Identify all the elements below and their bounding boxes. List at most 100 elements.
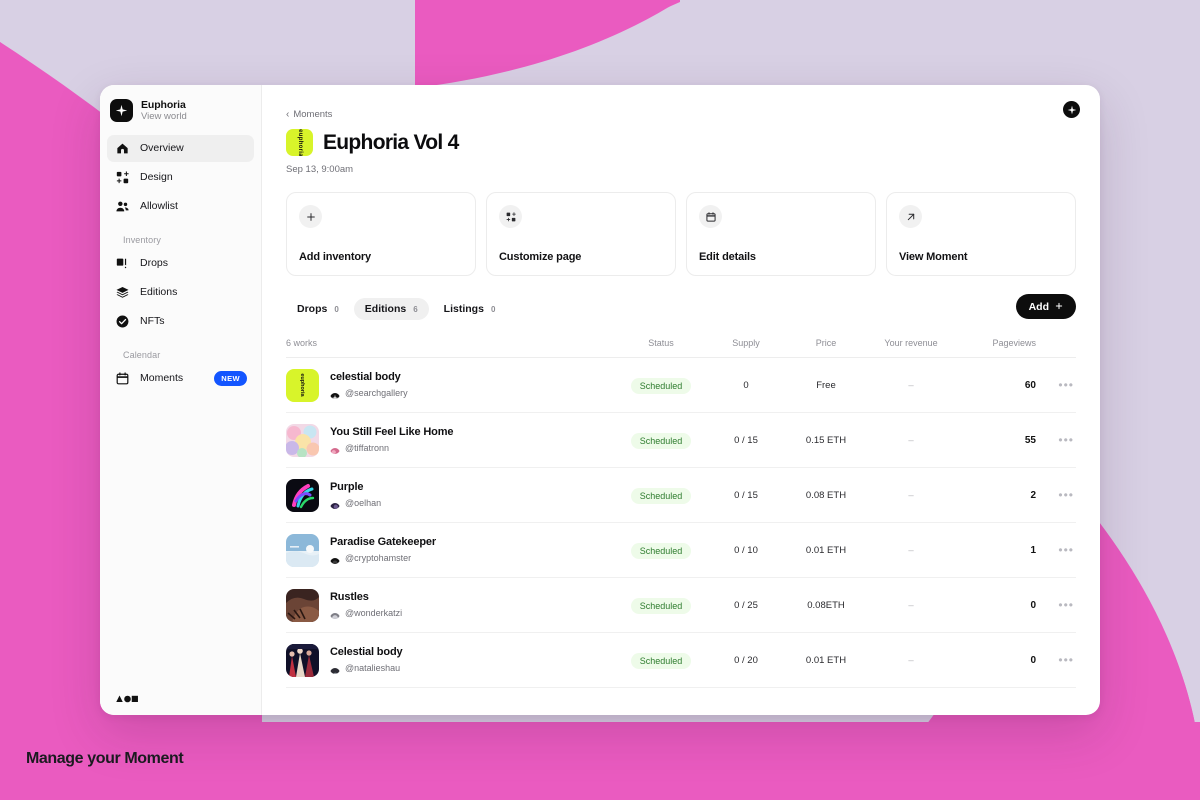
cell-supply: 0 / 20 <box>706 655 786 666</box>
chevron-left-icon: ‹ <box>286 110 289 120</box>
avatar <box>330 389 340 399</box>
action-card-add-inventory[interactable]: Add inventory <box>286 192 476 276</box>
table-row[interactable]: Paradise Gatekeeper @cryptohamster Sched… <box>286 523 1076 578</box>
tab-count: 0 <box>491 305 495 314</box>
sidebar-item-overview[interactable]: Overview <box>107 135 254 162</box>
avatar <box>330 554 340 564</box>
cell-pageviews: 0 <box>956 655 1036 666</box>
avatar <box>330 499 340 509</box>
works-table: 6 works Status Supply Price Your revenue… <box>286 338 1076 688</box>
brand-block[interactable]: Euphoria View world <box>100 95 261 135</box>
work-thumbnail: euphoria <box>286 369 319 402</box>
cell-supply: 0 / 10 <box>706 545 786 556</box>
moment-date: Sep 13, 9:00am <box>286 164 1076 175</box>
calendar-icon <box>699 205 722 228</box>
avatar <box>330 444 340 454</box>
cell-price: 0.08 ETH <box>786 490 866 501</box>
tab-label: Drops <box>297 303 327 315</box>
sidebar-item-allowlist[interactable]: Allowlist <box>107 193 254 220</box>
tab-drops[interactable]: Drops 0 <box>286 298 350 320</box>
column-header-supply: Supply <box>706 338 786 348</box>
sidebar-item-moments[interactable]: Moments NEW <box>107 365 254 392</box>
work-title: celestial body <box>330 371 408 385</box>
four-point-star-icon <box>1067 105 1077 115</box>
work-handle: @tiffatronn <box>345 443 389 454</box>
column-header-pageviews: Pageviews <box>956 338 1036 348</box>
sidebar: Euphoria View world Overview <box>100 85 262 715</box>
cell-supply: 0 / 15 <box>706 435 786 446</box>
sidebar-item-label: Editions <box>140 286 177 298</box>
arrow-up-right-icon <box>899 205 922 228</box>
work-handle: @searchgallery <box>345 388 408 399</box>
column-header-revenue: Your revenue <box>866 338 956 348</box>
work-handle: @natalieshau <box>345 663 400 674</box>
work-handle: @wonderkatzi <box>345 608 402 619</box>
table-header-row: 6 works Status Supply Price Your revenue… <box>286 338 1076 358</box>
sidebar-item-drops[interactable]: Drops <box>107 250 254 277</box>
grid-design-icon <box>499 205 522 228</box>
avatar <box>330 609 340 619</box>
cell-pageviews: 0 <box>956 600 1036 611</box>
people-icon <box>116 200 129 213</box>
cell-revenue: – <box>866 490 956 501</box>
work-title: You Still Feel Like Home <box>330 426 453 440</box>
add-button[interactable]: Add <box>1016 294 1076 319</box>
status-badge: Scheduled <box>631 543 692 559</box>
breadcrumb[interactable]: ‹ Moments <box>286 109 1076 120</box>
table-row[interactable]: Rustles @wonderkatzi Scheduled 0 / 25 0.… <box>286 578 1076 633</box>
row-menu-button[interactable]: ••• <box>1058 598 1076 612</box>
sidebar-group-inventory: Inventory <box>107 222 254 250</box>
action-card-customize-page[interactable]: Customize page <box>486 192 676 276</box>
cell-revenue: – <box>866 655 956 666</box>
work-handle: @oelhan <box>345 498 381 509</box>
work-thumbnail <box>286 644 319 677</box>
drops-icon <box>116 257 129 270</box>
column-header-status: Status <box>616 338 706 348</box>
brand-logo <box>110 99 133 122</box>
status-badge-new: NEW <box>214 371 247 386</box>
add-button-label: Add <box>1029 301 1049 313</box>
action-card-label: Add inventory <box>299 251 463 263</box>
column-header-price: Price <box>786 338 866 348</box>
work-title: Rustles <box>330 591 402 605</box>
work-title: Purple <box>330 481 381 495</box>
sidebar-item-design[interactable]: Design <box>107 164 254 191</box>
calendar-icon <box>116 372 129 385</box>
cell-revenue: – <box>866 545 956 556</box>
status-badge: Scheduled <box>631 433 692 449</box>
cell-pageviews: 1 <box>956 545 1036 556</box>
row-menu-button[interactable]: ••• <box>1058 488 1076 502</box>
avatar <box>330 664 340 674</box>
row-menu-button[interactable]: ••• <box>1058 543 1076 557</box>
cell-pageviews: 55 <box>956 435 1036 446</box>
moment-thumbnail-text: euphoria <box>297 129 303 156</box>
tab-editions[interactable]: Editions 6 <box>354 298 429 320</box>
sidebar-item-label: NFTs <box>140 315 165 327</box>
tab-listings[interactable]: Listings 0 <box>433 298 507 320</box>
table-row[interactable]: Purple @oelhan Scheduled 0 / 15 0.08 ETH… <box>286 468 1076 523</box>
row-menu-button[interactable]: ••• <box>1058 653 1076 667</box>
sidebar-item-label: Overview <box>140 142 184 154</box>
work-thumbnail <box>286 589 319 622</box>
row-menu-button[interactable]: ••• <box>1058 433 1076 447</box>
page-title: Euphoria Vol 4 <box>323 131 459 155</box>
sidebar-item-editions[interactable]: Editions <box>107 279 254 306</box>
cell-price: 0.15 ETH <box>786 435 866 446</box>
sidebar-item-nfts[interactable]: NFTs <box>107 308 254 335</box>
row-menu-button[interactable]: ••• <box>1058 378 1076 392</box>
moment-thumbnail: euphoria <box>286 129 313 156</box>
action-card-view-moment[interactable]: View Moment <box>886 192 1076 276</box>
table-row[interactable]: euphoria celestial body @searchgallery S… <box>286 358 1076 413</box>
work-thumbnail <box>286 479 319 512</box>
table-row[interactable]: You Still Feel Like Home @tiffatronn Sch… <box>286 413 1076 468</box>
tab-label: Listings <box>444 303 484 315</box>
status-badge: Scheduled <box>631 488 692 504</box>
cell-supply: 0 <box>706 380 786 391</box>
action-card-edit-details[interactable]: Edit details <box>686 192 876 276</box>
assistant-star-button[interactable] <box>1063 101 1080 118</box>
cell-pageviews: 60 <box>956 380 1036 391</box>
inventory-tabs: Drops 0 Editions 6 Listings 0 Add <box>286 298 1076 320</box>
table-row[interactable]: Celestial body @natalieshau Scheduled 0 … <box>286 633 1076 688</box>
tab-label: Editions <box>365 303 406 315</box>
cell-revenue: – <box>866 435 956 446</box>
